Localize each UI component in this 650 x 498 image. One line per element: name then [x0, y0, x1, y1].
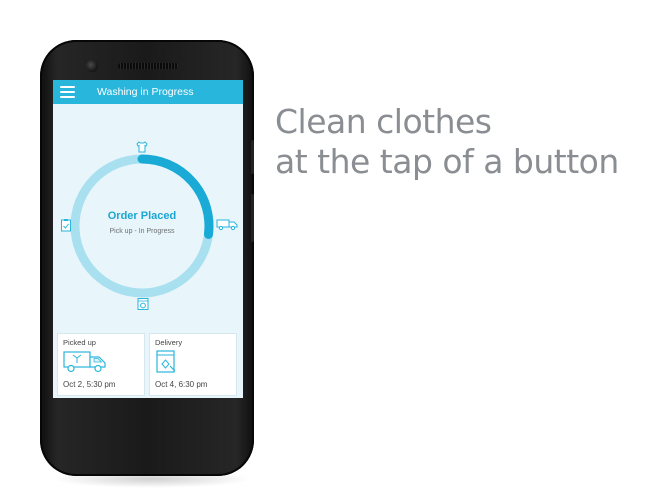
pickup-truck-icon [63, 351, 106, 373]
delivery-card[interactable]: Delivery Oct 4, 6:30 pm [149, 333, 237, 396]
phone-volume-button [251, 140, 254, 174]
picked-up-card[interactable]: Picked up Oct 2, 5:30 pm [57, 333, 145, 396]
app-bar: Washing in Progress [53, 80, 243, 104]
picked-up-card-title: Picked up [63, 338, 96, 347]
clipboard-icon[interactable] [59, 218, 73, 232]
app-screen: Washing in Progress Order Placed Pick up… [53, 80, 243, 398]
app-bar-title: Washing in Progress [97, 86, 194, 98]
order-status-title: Order Placed [107, 210, 177, 222]
delivery-truck-icon[interactable] [216, 217, 238, 231]
earpiece-speaker [118, 63, 178, 69]
picked-up-date: Oct 2, 5:30 pm [63, 380, 116, 389]
delivery-card-title: Delivery [155, 338, 183, 347]
hamburger-menu-icon[interactable] [60, 86, 75, 98]
tagline-line-2: at the tap of a button [275, 142, 619, 181]
front-camera [86, 60, 98, 72]
progress-ring-arc [137, 154, 214, 239]
tagline-line-1: Clean clothes [275, 102, 492, 141]
phone-power-button [251, 194, 254, 242]
delivery-date: Oct 4, 6:30 pm [155, 380, 208, 389]
shirt-icon[interactable] [135, 140, 149, 154]
tagline: Clean clothes at the tap of a button [275, 102, 619, 182]
order-status-subtitle: Pick up - In Progress [109, 228, 175, 235]
delivery-box-icon [156, 350, 176, 373]
washer-icon[interactable] [136, 297, 150, 311]
